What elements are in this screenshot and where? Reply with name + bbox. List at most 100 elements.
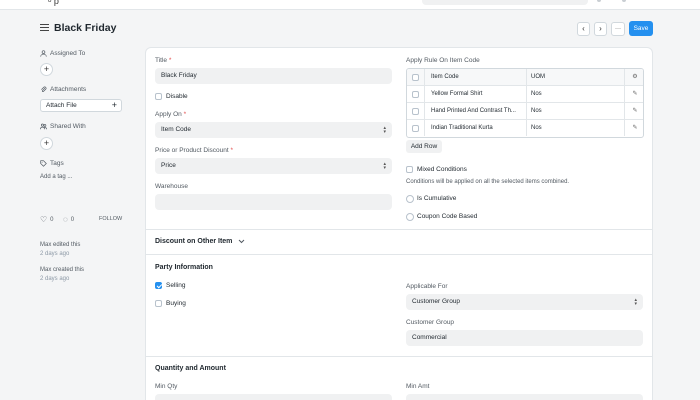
section-divider <box>146 229 652 230</box>
mixed-conditions-checkbox[interactable] <box>406 166 413 173</box>
customer-group-input[interactable]: Commercial <box>406 330 643 346</box>
is-cumulative-label: Is Cumulative <box>417 195 457 202</box>
activity-time: 2 days ago <box>40 251 70 257</box>
gear-icon[interactable]: ⚙ <box>625 69 643 85</box>
min-qty-input[interactable] <box>155 394 392 400</box>
uom-cell[interactable]: Nos <box>527 86 625 102</box>
applicable-for-label: Applicable For <box>406 283 448 290</box>
chevron-right-icon: › <box>599 24 602 33</box>
users-icon <box>40 123 47 130</box>
plus-icon: + <box>111 100 117 110</box>
tags-label: Tags <box>40 160 64 167</box>
apply-on-label: Apply On * <box>155 111 187 118</box>
shared-with-label: Shared With <box>40 123 86 130</box>
mixed-conditions-label: Mixed Conditions <box>417 166 467 173</box>
hamburger-menu-icon[interactable] <box>40 24 49 32</box>
is-cumulative-checkbox[interactable] <box>406 195 414 203</box>
section-divider <box>146 356 652 357</box>
save-button[interactable]: Save <box>629 21 653 36</box>
warehouse-input[interactable] <box>155 194 392 210</box>
comment-counter[interactable]: ◌ 0 <box>63 215 74 224</box>
awesomebar-search[interactable] <box>422 0 588 5</box>
row-checkbox[interactable] <box>412 91 419 98</box>
follow-button[interactable]: FOLLOW <box>99 216 122 222</box>
title-input[interactable]: Black Friday <box>155 68 392 84</box>
uom-cell[interactable]: Nos <box>527 103 625 119</box>
page-head: Black Friday ‹ › ··· Save <box>40 20 660 38</box>
select-arrows-icon: ▴ ▾ <box>383 161 386 171</box>
price-discount-select[interactable]: Price ▴ ▾ <box>155 158 392 174</box>
mixed-conditions-description: Conditions will be applied on all the se… <box>406 179 570 185</box>
activity-item: Max created this <box>40 267 85 273</box>
user-avatar[interactable] <box>622 0 626 2</box>
item-code-cell[interactable]: Indian Traditional Kurta <box>425 120 527 136</box>
tag-icon <box>40 160 47 167</box>
item-code-cell[interactable]: Yellow Formal Shirt <box>425 86 527 102</box>
select-arrows-icon: ▴ ▾ <box>383 125 386 135</box>
buying-checkbox[interactable] <box>155 300 162 307</box>
min-amt-input[interactable] <box>406 394 643 400</box>
paperclip-icon <box>41 86 47 93</box>
form-card: Title * Black Friday Disable Apply On * … <box>145 47 653 400</box>
top-navbar: ᵒ p <box>0 0 700 10</box>
buying-label: Buying <box>166 300 186 307</box>
min-amt-label: Min Amt <box>406 383 430 390</box>
column-header-uom: UOM <box>527 69 625 85</box>
section-divider <box>146 254 652 255</box>
edit-pencil-icon[interactable]: ✎ <box>625 120 643 136</box>
apply-on-select[interactable]: Item Code ▴ ▾ <box>155 122 392 138</box>
uom-cell[interactable]: Nos <box>527 120 625 136</box>
app-logo[interactable]: ᵒ p <box>48 0 59 6</box>
comment-icon: ◌ <box>63 215 68 224</box>
price-discount-label: Price or Product Discount * <box>155 147 234 154</box>
disable-label: Disable <box>166 93 188 100</box>
row-checkbox[interactable] <box>412 108 419 115</box>
disable-checkbox[interactable] <box>155 93 162 100</box>
coupon-code-checkbox[interactable] <box>406 213 414 221</box>
prev-doc-button[interactable]: ‹ <box>577 22 590 36</box>
attachments-label: Attachments <box>40 86 86 93</box>
attach-file-button[interactable]: Attach File + <box>40 99 122 112</box>
add-assignee-button[interactable]: + <box>40 63 53 76</box>
assigned-to-label: Assigned To <box>40 50 85 57</box>
item-code-cell[interactable]: Hand Printed And Contrast Th... <box>425 103 527 119</box>
add-share-button[interactable]: + <box>40 137 53 150</box>
edit-pencil-icon[interactable]: ✎ <box>625 86 643 102</box>
page-title: Black Friday <box>54 22 117 34</box>
coupon-code-label: Coupon Code Based <box>417 213 478 220</box>
min-qty-label: Min Qty <box>155 383 178 390</box>
party-information-section: Party Information <box>155 264 213 271</box>
title-label: Title * <box>155 57 172 64</box>
row-checkbox[interactable] <box>412 125 419 132</box>
customer-group-label: Customer Group <box>406 319 455 326</box>
activity-time: 2 days ago <box>40 276 70 282</box>
user-icon <box>40 50 47 57</box>
plus-icon: + <box>43 138 50 148</box>
applicable-for-select[interactable]: Customer Group ▴ ▾ <box>406 294 643 310</box>
selling-label: Selling <box>166 282 186 289</box>
table-row[interactable]: Indian Traditional Kurta Nos ✎ <box>407 120 643 137</box>
select-arrows-icon: ▴ ▾ <box>634 297 637 307</box>
table-header-row: Item Code UOM ⚙ <box>407 69 643 86</box>
quantity-amount-section: Quantity and Amount <box>155 365 226 372</box>
discount-other-item-section[interactable]: Discount on Other Item <box>155 238 245 245</box>
add-tag-link[interactable]: Add a tag ... <box>40 174 72 180</box>
heart-icon: ♡ <box>40 215 48 224</box>
next-doc-button[interactable]: › <box>594 22 607 36</box>
more-menu-button[interactable]: ··· <box>611 22 625 36</box>
selling-checkbox[interactable] <box>155 282 162 289</box>
item-code-table: Item Code UOM ⚙ Yellow Formal Shirt Nos … <box>406 68 644 138</box>
like-counter[interactable]: ♡ 0 <box>40 215 54 224</box>
table-row[interactable]: Hand Printed And Contrast Th... Nos ✎ <box>407 103 643 120</box>
select-all-checkbox[interactable] <box>412 74 419 81</box>
chevron-down-icon <box>239 239 245 244</box>
column-header-item-code: Item Code <box>425 69 527 85</box>
activity-item: Max edited this <box>40 242 81 248</box>
warehouse-label: Warehouse <box>155 183 188 190</box>
chevron-left-icon: ‹ <box>582 24 585 33</box>
edit-pencil-icon[interactable]: ✎ <box>625 103 643 119</box>
notifications-icon[interactable] <box>597 0 601 2</box>
plus-icon: + <box>43 64 50 74</box>
table-row[interactable]: Yellow Formal Shirt Nos ✎ <box>407 86 643 103</box>
add-row-button[interactable]: Add Row <box>406 140 442 153</box>
